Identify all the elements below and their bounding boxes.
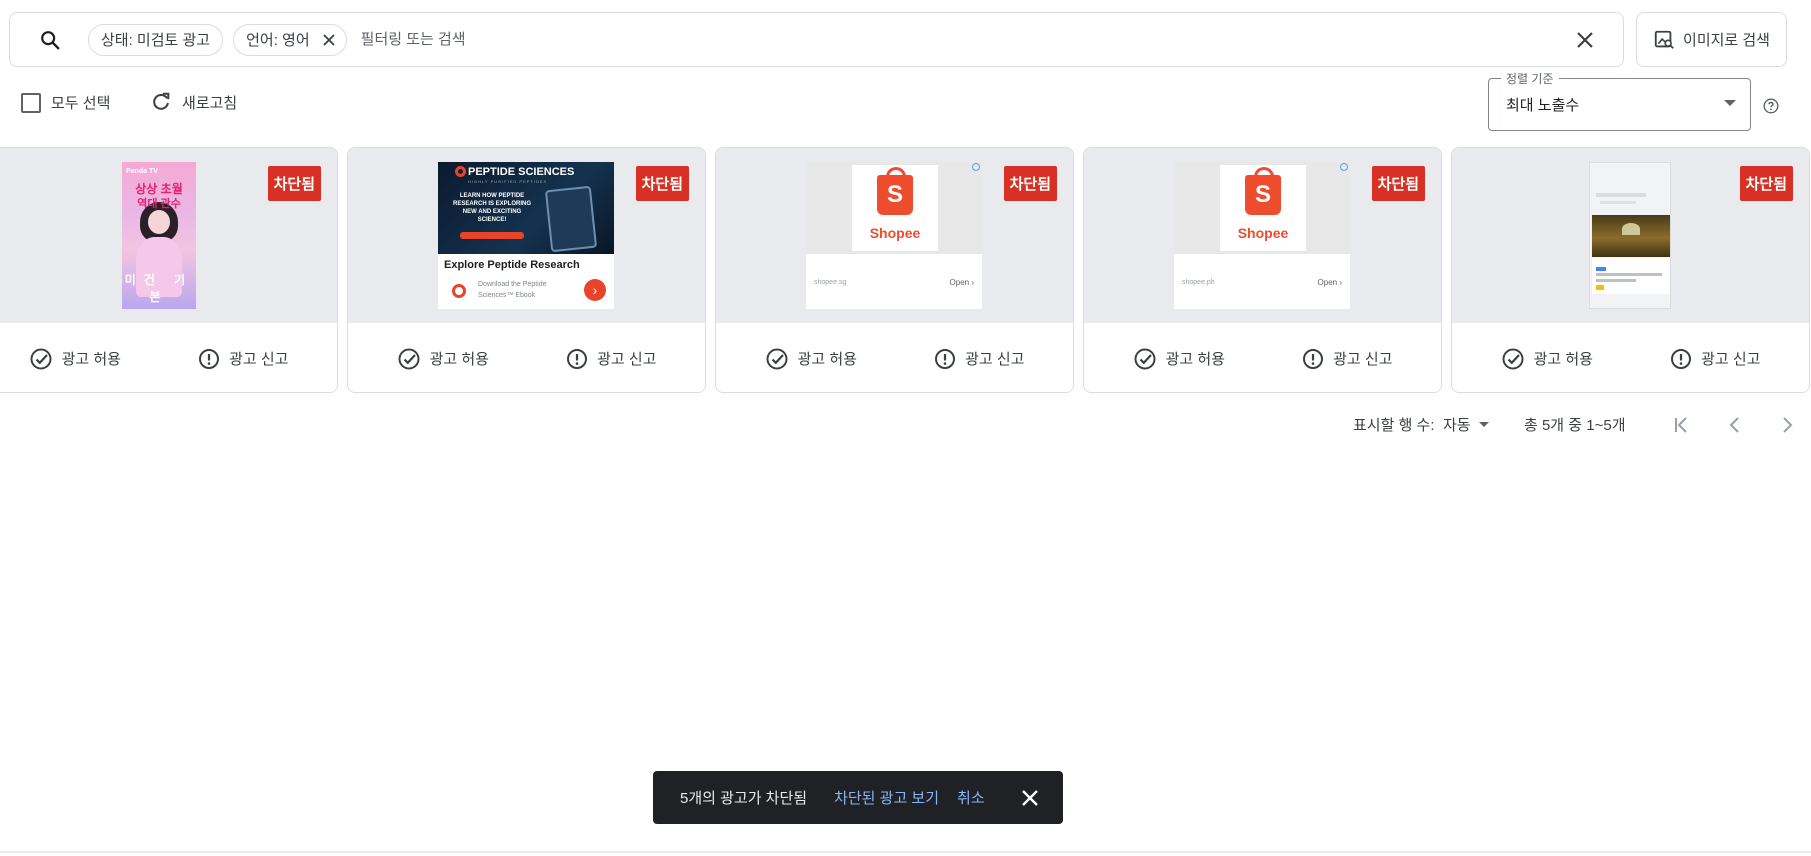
refresh-button[interactable]: 새로고침 xyxy=(150,91,237,113)
allow-ad-button[interactable]: 광고 허용 xyxy=(29,347,121,371)
report-ad-label: 광고 신고 xyxy=(597,351,657,368)
adchoices-icon xyxy=(972,163,980,171)
clear-search-button[interactable] xyxy=(1565,20,1605,60)
chip-label: 상태: 미검토 광고 xyxy=(101,32,211,49)
status-badge: 차단됨 xyxy=(1371,166,1425,201)
image-search-icon xyxy=(1653,29,1675,51)
chevron-down-icon xyxy=(1724,100,1736,106)
report-ad-label: 광고 신고 xyxy=(1333,351,1393,368)
rows-per-page-label: 표시할 행 수: xyxy=(1353,417,1435,434)
chevron-right-icon xyxy=(1783,417,1793,433)
allow-ad-label: 광고 허용 xyxy=(1165,351,1225,368)
allow-ad-label: 광고 허용 xyxy=(1533,351,1593,368)
report-ad-button[interactable]: 광고 신고 xyxy=(198,348,288,370)
ad-card[interactable]: S Shopee shopee.sg Open › 차단됨 광고 허용 광고 신… xyxy=(715,147,1074,393)
status-badge: 차단됨 xyxy=(1739,166,1793,201)
ad-preview[interactable]: 차단됨 xyxy=(1452,148,1809,323)
ad-preview[interactable]: Panda TV 상상 초월 역대 관수 미건 기본 차단됨 xyxy=(0,148,337,323)
image-search-button[interactable]: 이미지로 검색 xyxy=(1636,12,1787,67)
report-ad-label: 광고 신고 xyxy=(1701,351,1761,368)
ad-preview[interactable]: S Shopee shopee.ph Open › 차단됨 xyxy=(1084,148,1441,323)
rows-per-page-select[interactable]: 자동 xyxy=(1443,414,1489,435)
report-ad-label: 광고 신고 xyxy=(965,351,1025,368)
adchoices-icon xyxy=(1340,163,1348,171)
chevron-down-icon xyxy=(1478,422,1489,427)
ad-preview[interactable]: S Shopee shopee.sg Open › 차단됨 xyxy=(716,148,1073,323)
allow-ad-label: 광고 허용 xyxy=(61,351,121,368)
select-all-checkbox[interactable]: 모두 선택 xyxy=(21,92,110,113)
sort-legend: 정렬 기준 xyxy=(1501,70,1559,87)
report-ad-label: 광고 신고 xyxy=(229,351,289,368)
ad-grid: Panda TV 상상 초월 역대 관수 미건 기본 차단됨 광고 허용 광고 … xyxy=(0,147,1811,393)
refresh-icon xyxy=(150,91,172,113)
status-badge: 차단됨 xyxy=(267,166,321,201)
view-blocked-ads-link[interactable]: 차단된 광고 보기 xyxy=(834,787,939,808)
shopee-bag-icon: S xyxy=(877,167,913,215)
first-page-icon xyxy=(1675,417,1687,433)
alert-circle-icon xyxy=(198,348,220,370)
report-ad-button[interactable]: 광고 신고 xyxy=(1302,348,1392,370)
ad-card[interactable]: PEPTIDE SCIENCES HIGHLY PURIFIED PEPTIDE… xyxy=(347,147,706,393)
next-page-button[interactable] xyxy=(1772,410,1802,440)
status-badge: 차단됨 xyxy=(1003,166,1057,201)
chevron-left-icon xyxy=(1729,417,1739,433)
allow-ad-label: 광고 허용 xyxy=(429,351,489,368)
ad-card[interactable]: 차단됨 광고 허용 광고 신고 xyxy=(1451,147,1810,393)
allow-ad-button[interactable]: 광고 허용 xyxy=(1501,347,1593,371)
sort-value: 최대 노출수 xyxy=(1506,97,1580,114)
rows-per-page-value: 자동 xyxy=(1443,417,1471,434)
chevron-right-icon: › xyxy=(584,279,606,301)
first-page-button[interactable] xyxy=(1667,410,1697,440)
close-icon[interactable] xyxy=(320,31,338,49)
undo-button[interactable]: 취소 xyxy=(957,787,985,808)
alert-circle-icon xyxy=(1670,348,1692,370)
alert-circle-icon xyxy=(1302,348,1324,370)
ad-creative: PEPTIDE SCIENCES HIGHLY PURIFIED PEPTIDE… xyxy=(438,162,614,309)
page-range: 총 5개 중 1~5개 xyxy=(1524,417,1626,434)
ad-creative: Panda TV 상상 초월 역대 관수 미건 기본 xyxy=(122,162,196,309)
divider xyxy=(0,851,1811,853)
chip-label: 언어: 영어 xyxy=(246,32,310,49)
previous-page-button[interactable] xyxy=(1720,410,1750,440)
allow-ad-button[interactable]: 광고 허용 xyxy=(1133,347,1225,371)
ad-card[interactable]: Panda TV 상상 초월 역대 관수 미건 기본 차단됨 광고 허용 광고 … xyxy=(0,147,338,393)
search-icon[interactable] xyxy=(38,28,62,52)
ad-preview[interactable]: PEPTIDE SCIENCES HIGHLY PURIFIED PEPTIDE… xyxy=(348,148,705,323)
help-icon[interactable] xyxy=(1763,98,1779,114)
report-ad-button[interactable]: 광고 신고 xyxy=(566,348,656,370)
filter-chip-status[interactable]: 상태: 미검토 광고 xyxy=(88,23,224,56)
sort-dropdown[interactable]: 정렬 기준 최대 노출수 xyxy=(1488,70,1751,131)
refresh-label: 새로고침 xyxy=(182,94,238,112)
search-bar: 상태: 미검토 광고 언어: 영어 xyxy=(9,12,1624,67)
ad-creative: S Shopee shopee.ph Open › xyxy=(1174,162,1350,309)
snackbar-message: 5개의 광고가 차단됨 xyxy=(680,790,808,807)
check-circle-icon xyxy=(765,347,789,371)
check-circle-icon xyxy=(397,347,421,371)
alert-circle-icon xyxy=(934,348,956,370)
allow-ad-label: 광고 허용 xyxy=(797,351,857,368)
image-search-label: 이미지로 검색 xyxy=(1683,32,1770,49)
check-circle-icon xyxy=(1501,347,1525,371)
ad-card[interactable]: S Shopee shopee.ph Open › 차단됨 광고 허용 광고 신… xyxy=(1083,147,1442,393)
filter-chip-language[interactable]: 언어: 영어 xyxy=(233,23,347,56)
pagination: 표시할 행 수: 자동 총 5개 중 1~5개 xyxy=(0,410,1811,440)
shopee-bag-icon: S xyxy=(1245,167,1281,215)
search-input[interactable] xyxy=(360,24,1565,55)
check-circle-icon xyxy=(29,347,53,371)
report-ad-button[interactable]: 광고 신고 xyxy=(934,348,1024,370)
close-icon xyxy=(1577,31,1593,48)
allow-ad-button[interactable]: 광고 허용 xyxy=(765,347,857,371)
status-badge: 차단됨 xyxy=(635,166,689,201)
report-ad-button[interactable]: 광고 신고 xyxy=(1670,348,1760,370)
select-all-label: 모두 선택 xyxy=(51,95,111,112)
allow-ad-button[interactable]: 광고 허용 xyxy=(397,347,489,371)
ad-creative xyxy=(1589,162,1671,309)
checkbox-icon[interactable] xyxy=(21,92,41,113)
snackbar: 5개의 광고가 차단됨 차단된 광고 보기 취소 xyxy=(653,771,1063,824)
alert-circle-icon xyxy=(566,348,588,370)
close-icon[interactable] xyxy=(1019,787,1041,809)
ad-creative: S Shopee shopee.sg Open › xyxy=(806,162,982,309)
check-circle-icon xyxy=(1133,347,1157,371)
